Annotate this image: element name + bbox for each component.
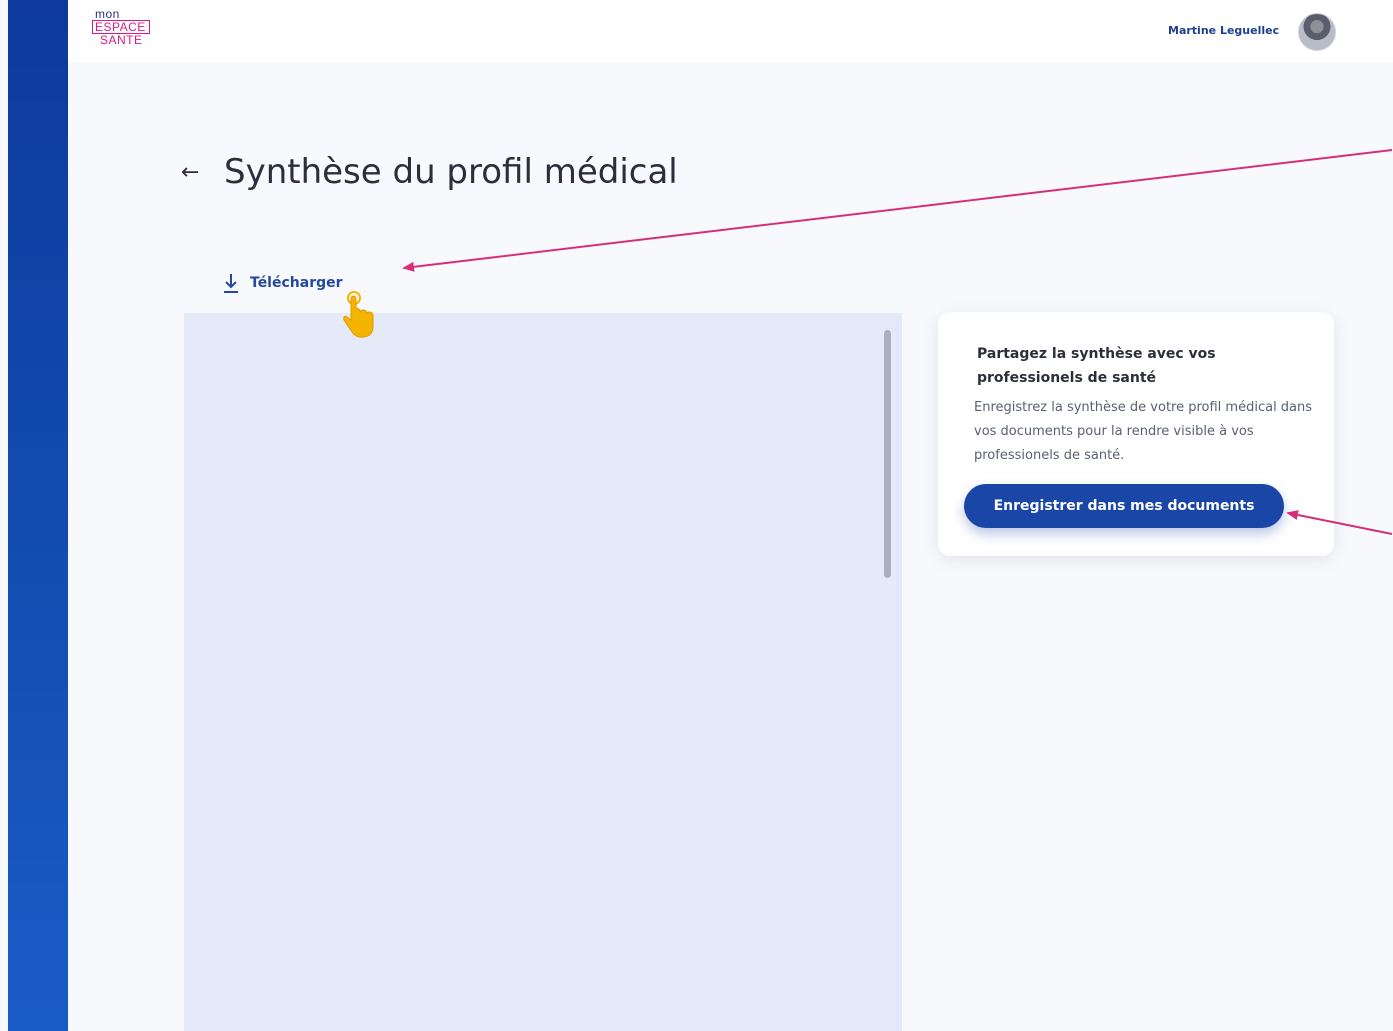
page-title: Synthèse du profil médical (224, 152, 678, 192)
logo-line-3: SANTE (100, 33, 143, 47)
logo-line-1: mon (95, 7, 120, 21)
share-card-description: Enregistrez la synthèse de votre profil … (974, 400, 1313, 463)
download-icon (224, 274, 238, 293)
document-preview[interactable] (184, 313, 902, 1031)
left-sidebar (8, 0, 68, 1031)
download-label: Télécharger (250, 275, 343, 291)
save-to-documents-button[interactable]: Enregistrer dans mes documents (964, 484, 1284, 528)
logo-line-2: ESPACE (92, 20, 150, 34)
mon-espace-sante-logo[interactable]: mon ESPACE SANTE (92, 8, 158, 54)
user-name[interactable]: Martine Leguellec (1168, 24, 1279, 37)
hand-pointer-icon (343, 291, 374, 338)
download-link[interactable]: Télécharger (220, 268, 343, 298)
page: mon ESPACE SANTE Martine Leguellec ← Syn… (0, 0, 1393, 1031)
arrow-left-icon[interactable]: ← (181, 160, 199, 185)
share-card: Partagez la synthèse avec vos profession… (938, 312, 1334, 556)
user-avatar-icon[interactable] (1298, 13, 1336, 51)
preview-scrollbar[interactable] (884, 330, 891, 578)
share-card-title: Partagez la synthèse avec vos profession… (977, 346, 1216, 386)
